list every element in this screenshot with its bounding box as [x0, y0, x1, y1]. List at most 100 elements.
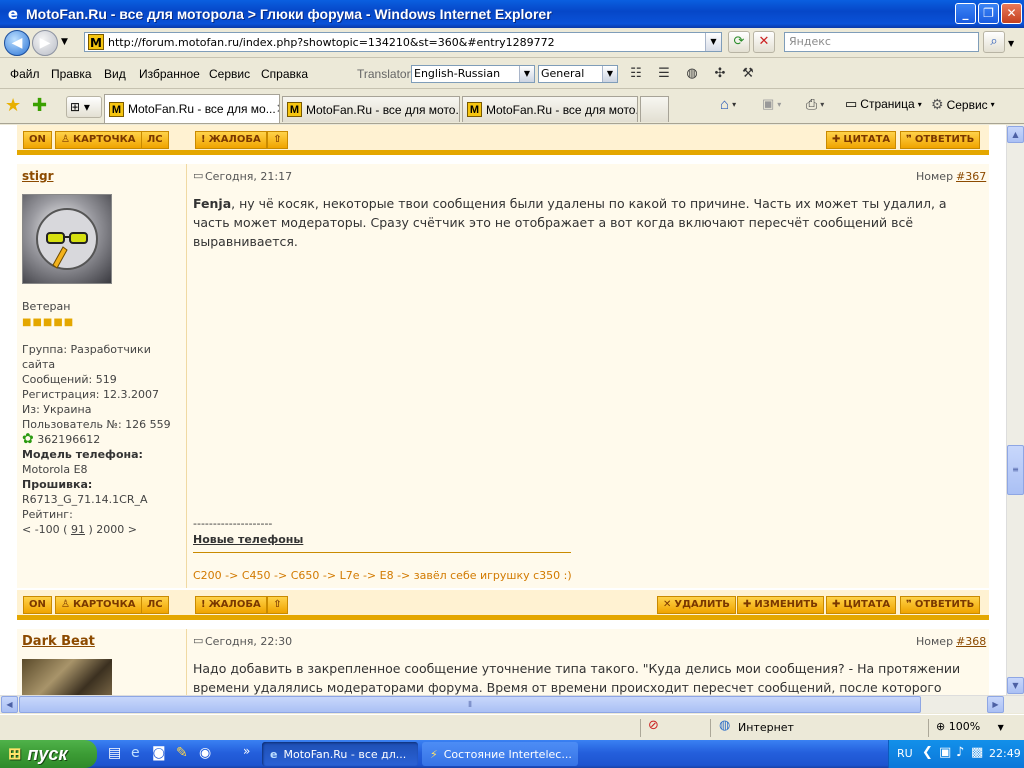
tray-expand-icon[interactable]: ❮ — [922, 745, 933, 760]
scroll-thumb-horizontal[interactable]: ⦀ — [19, 696, 921, 713]
translator-language-select[interactable]: English-Russian ▼ — [411, 65, 535, 83]
tab-1[interactable]: M MotoFan.Ru - все для мо... ✕ — [104, 94, 280, 123]
network-quicklaunch-icon[interactable]: ◉ — [199, 745, 211, 761]
card-button[interactable]: ♙ КАРТОЧКА — [55, 131, 142, 149]
globe-icon[interactable]: ◍ — [683, 65, 701, 83]
forum-post-368: Dark Beat ▭ Сегодня, 22:30 Номер #368 На… — [17, 629, 989, 695]
close-tab-icon[interactable]: ✕ — [276, 101, 279, 117]
tab-2[interactable]: M MotoFan.Ru - все для мото... — [282, 96, 460, 122]
vertical-scrollbar[interactable]: ▲ ≡ ▼ — [1006, 125, 1024, 695]
translate-page-icon[interactable]: ☷ — [627, 65, 645, 83]
menu-view[interactable]: Вид — [104, 67, 126, 81]
ie-quicklaunch-icon[interactable]: e — [131, 745, 140, 761]
edit-button[interactable]: ✚ ИЗМЕНИТЬ — [737, 596, 824, 614]
address-dropdown-icon[interactable]: ▼ — [705, 33, 721, 51]
start-button[interactable]: ⊞ пуск — [0, 740, 97, 768]
search-icon[interactable]: ⌕ — [983, 31, 1005, 53]
forum-post-367: stigr Ветеран ■■■■■ Группа: Разработчики… — [17, 164, 989, 588]
page-menu-button[interactable]: ▭ Страница ▾ — [845, 96, 922, 112]
online-button[interactable]: ON — [23, 596, 52, 614]
menu-file[interactable]: Файл — [10, 67, 40, 81]
post-number-link[interactable]: #367 — [956, 170, 986, 183]
volume-icon[interactable]: ♪ — [956, 745, 964, 760]
print-icon[interactable]: ⎙ ▾ — [806, 96, 824, 113]
horizontal-scrollbar[interactable]: ◀ ⦀ ▶ — [0, 695, 1024, 713]
rating-value[interactable]: 91 — [71, 523, 85, 536]
pm-button[interactable]: ЛС — [141, 596, 169, 614]
scroll-down-icon[interactable]: ▼ — [1007, 677, 1024, 694]
address-bar[interactable]: M http://forum.motofan.ru/index.php?show… — [84, 32, 722, 52]
post-number-label: Номер — [916, 170, 954, 183]
menu-edit[interactable]: Правка — [51, 67, 92, 81]
home-icon[interactable]: ⌂ ▾ — [720, 96, 736, 113]
scroll-left-icon[interactable]: ◀ — [1, 696, 18, 713]
ie-logo-icon: e — [270, 747, 278, 761]
reply-button[interactable]: ❞ ОТВЕТИТЬ — [900, 131, 981, 149]
back-button[interactable]: ◀ — [4, 30, 30, 56]
rating-row: < -100 ( 91 ) 2000 > — [22, 523, 137, 536]
post-number-link[interactable]: #368 — [956, 635, 986, 648]
menu-help[interactable]: Справка — [261, 67, 308, 81]
add-favorites-icon[interactable]: ✚ — [32, 95, 47, 116]
media-icon[interactable]: ◙ — [152, 745, 166, 761]
network-tray-icon[interactable]: ▣ — [939, 745, 951, 760]
reply-label: ОТВЕТИТЬ — [914, 599, 975, 610]
addressee-name[interactable]: Fenja — [193, 196, 231, 211]
menu-favorites[interactable]: Избранное — [139, 67, 200, 81]
wrench-icon[interactable]: ⚒ — [739, 65, 757, 83]
history-dropdown-icon[interactable]: ▼ — [61, 37, 68, 47]
forward-button[interactable]: ▶ — [32, 30, 58, 56]
scroll-top-button[interactable]: ⇧ — [267, 131, 288, 149]
stop-icon[interactable]: ✕ — [753, 31, 775, 53]
warning-icon: ! — [201, 599, 206, 610]
chevron-down-icon: ▼ — [997, 723, 1004, 732]
quicklaunch-more-icon[interactable]: » — [243, 744, 250, 758]
refresh-icon[interactable]: ⟳ — [728, 31, 750, 53]
maximize-button[interactable]: ❐ — [978, 3, 999, 24]
translate-selection-icon[interactable]: ☰ — [655, 65, 673, 83]
minimize-button[interactable]: _ — [955, 3, 976, 24]
language-indicator[interactable]: RU — [897, 747, 913, 760]
address-url: http://forum.motofan.ru/index.php?showto… — [108, 35, 555, 49]
popup-blocked-icon[interactable]: ⊘ — [648, 718, 659, 733]
scroll-top-button[interactable]: ⇧ — [267, 596, 288, 614]
favorites-star-icon[interactable]: ★ — [5, 95, 21, 116]
tools-menu-button[interactable]: ⚙ Сервис ▾ — [931, 96, 995, 113]
tools-magic-icon[interactable]: ✣ — [711, 65, 729, 83]
report-button[interactable]: ! ЖАЛОБА — [195, 131, 267, 149]
reply-button[interactable]: ❞ ОТВЕТИТЬ — [900, 596, 981, 614]
taskbar-ie-window[interactable]: e MotoFan.Ru - все дл... — [262, 742, 418, 766]
close-button[interactable]: ✕ — [1001, 3, 1022, 24]
window-title: MotoFan.Ru - все для моторола > Глюки фо… — [26, 6, 552, 22]
quote-button[interactable]: ✚ ЦИТАТА — [826, 131, 897, 149]
scroll-thumb[interactable]: ≡ — [1007, 445, 1024, 495]
menu-tools[interactable]: Сервис — [209, 67, 250, 81]
online-button[interactable]: ON — [23, 131, 52, 149]
post-author-link[interactable]: Dark Beat — [22, 634, 95, 649]
tray-app-icon[interactable]: ▩ — [971, 745, 983, 760]
search-input[interactable]: Яндекс — [784, 32, 979, 52]
user-group: Группа: Разработчики сайта — [22, 343, 151, 371]
search-dropdown-icon[interactable]: ▼ — [1008, 39, 1014, 48]
translator-mode-select[interactable]: General ▼ — [538, 65, 618, 83]
scroll-up-icon[interactable]: ▲ — [1007, 126, 1024, 143]
taskbar-connection-window[interactable]: ⚡ Состояние Intertelec... — [422, 742, 578, 766]
show-desktop-icon[interactable]: ▤ — [108, 745, 121, 761]
internet-zone-icon: ◍ — [719, 718, 731, 733]
post-author-link[interactable]: stigr — [22, 169, 54, 183]
zoom-control[interactable]: ⊕ 100% ▼ — [936, 720, 1004, 733]
app-quicklaunch-icon[interactable]: ✎ — [176, 745, 188, 761]
quote-button[interactable]: ✚ ЦИТАТА — [826, 596, 897, 614]
tab-3[interactable]: M MotoFan.Ru - все для мото... — [462, 96, 638, 122]
delete-button[interactable]: ✕ УДАЛИТЬ — [657, 596, 736, 614]
new-tab-button[interactable] — [640, 96, 669, 122]
close-icon: ✕ — [663, 599, 672, 610]
quick-tabs-icon[interactable]: ⊞ ▾ — [66, 96, 102, 118]
report-button[interactable]: ! ЖАЛОБА — [195, 596, 267, 614]
card-button[interactable]: ♙ КАРТОЧКА — [55, 596, 142, 614]
pm-button[interactable]: ЛС — [141, 131, 169, 149]
clock: 22:49 — [989, 747, 1021, 760]
scroll-right-icon[interactable]: ▶ — [987, 696, 1004, 713]
feeds-icon[interactable]: ▣ ▾ — [762, 96, 781, 112]
signature-link[interactable]: Новые телефоны — [193, 533, 303, 546]
